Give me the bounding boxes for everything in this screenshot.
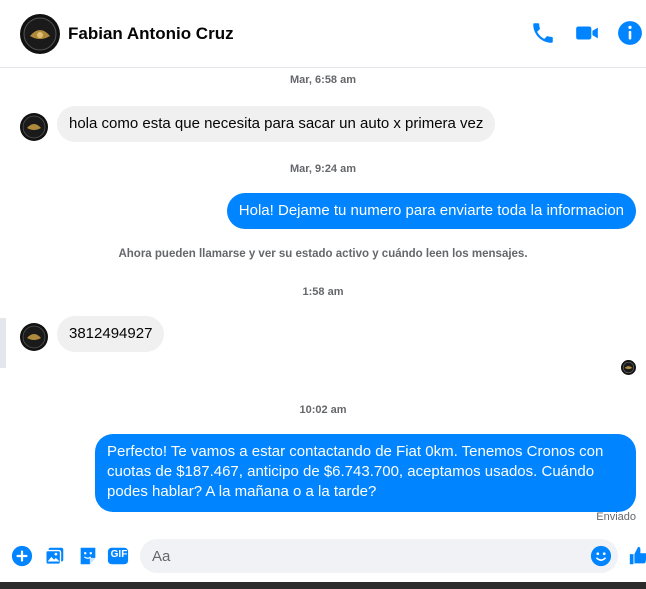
timestamp: Mar, 9:24 am: [289, 163, 357, 175]
message-composer: GIF: [0, 530, 646, 582]
timestamp: 1:58 am: [302, 286, 344, 298]
info-icon[interactable]: [617, 20, 643, 46]
contact-avatar-small: [20, 323, 48, 351]
message-input-container: [140, 539, 618, 573]
gif-label: GIF: [110, 549, 128, 560]
system-notice: Ahora pueden llamarse y ver su estado ac…: [118, 248, 528, 260]
sticker-icon[interactable]: [77, 545, 99, 567]
incoming-message[interactable]: 3812494927: [57, 316, 165, 352]
gif-icon[interactable]: GIF: [107, 545, 131, 567]
like-icon[interactable]: [628, 545, 646, 567]
incoming-message[interactable]: hola como esta que necesita para sacar u…: [57, 106, 496, 142]
contact-avatar-small: [20, 113, 48, 141]
delivery-status: Enviado: [596, 511, 636, 523]
contact-avatar[interactable]: [20, 14, 60, 54]
outgoing-message[interactable]: Perfecto! Te vamos a estar contactando d…: [95, 434, 636, 512]
phone-icon[interactable]: [530, 20, 556, 46]
message-thread[interactable]: Mar, 6:58 am hola como esta que necesita…: [0, 68, 646, 530]
window-bottom-edge: [0, 582, 646, 589]
add-icon[interactable]: [11, 545, 33, 567]
message-input[interactable]: [152, 539, 572, 573]
conversation-header: Fabian Antonio Cruz: [0, 0, 646, 68]
emoji-icon[interactable]: [590, 545, 612, 567]
photo-icon[interactable]: [44, 545, 66, 567]
scrollbar[interactable]: [0, 318, 6, 368]
video-icon[interactable]: [574, 20, 600, 46]
contact-name[interactable]: Fabian Antonio Cruz: [68, 24, 234, 44]
timestamp: 10:02 am: [299, 404, 347, 416]
outgoing-message[interactable]: Hola! Dejame tu numero para enviarte tod…: [226, 193, 636, 229]
timestamp: Mar, 6:58 am: [289, 74, 357, 86]
seen-indicator-avatar: [621, 360, 636, 375]
